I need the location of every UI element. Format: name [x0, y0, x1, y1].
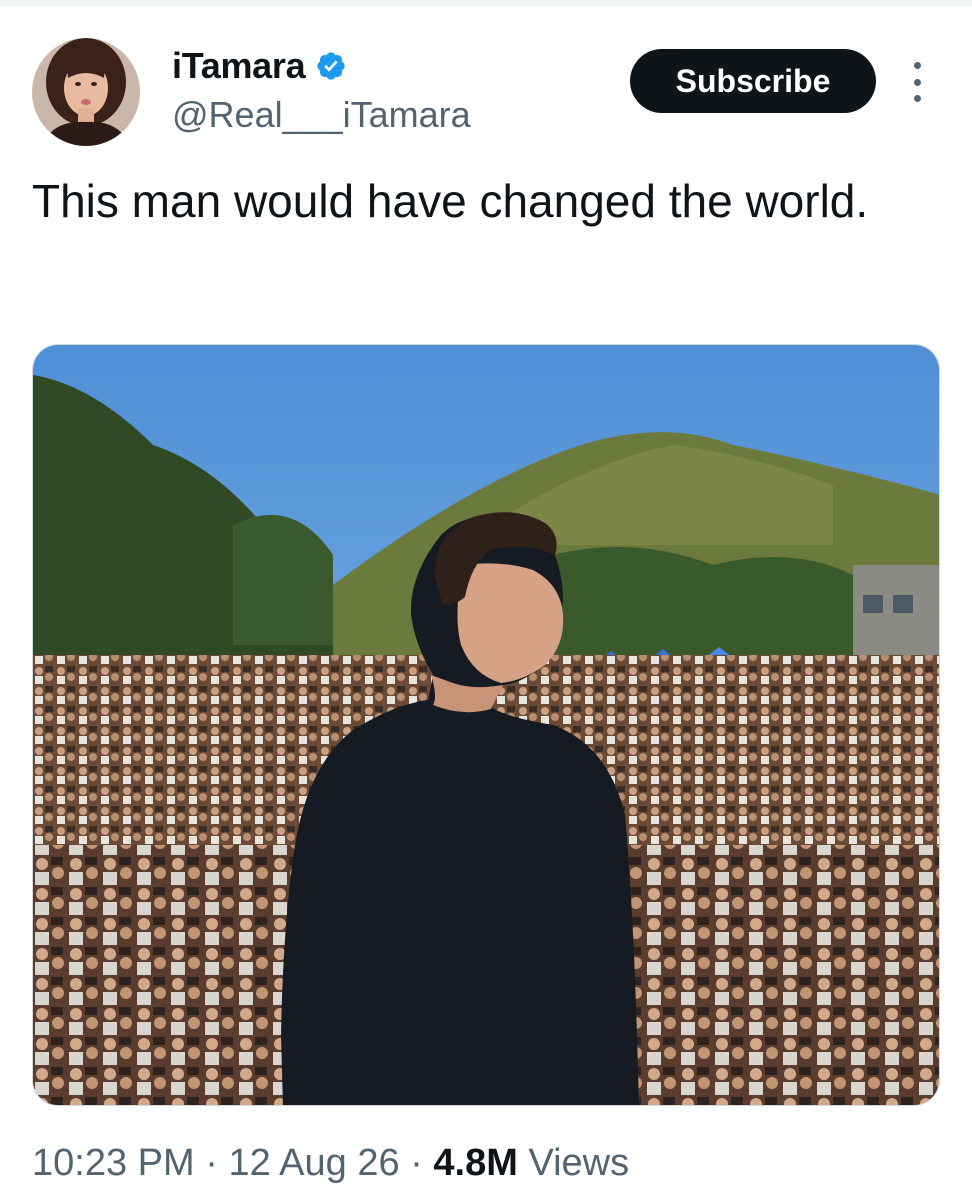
display-name-row: iTamara: [172, 45, 471, 87]
tweet-date[interactable]: 12 Aug 26: [228, 1142, 399, 1184]
top-divider: [0, 0, 972, 6]
views-count: 4.8M: [433, 1142, 518, 1184]
tweet-meta: 10:23 PM · 12 Aug 26 · 4.8M Views: [32, 1142, 629, 1185]
meta-separator: ·: [399, 1142, 434, 1184]
subscribe-button[interactable]: Subscribe: [630, 49, 876, 113]
tweet-time[interactable]: 10:23 PM: [32, 1142, 195, 1184]
author-handle[interactable]: @Real___iTamara: [172, 94, 471, 136]
display-name[interactable]: iTamara: [172, 45, 306, 87]
tweet-text: This man would have changed the world.: [32, 175, 869, 227]
verified-badge-icon[interactable]: [315, 50, 347, 82]
dot: [913, 62, 921, 69]
dot: [913, 95, 921, 102]
tweet-header: iTamara @Real___iTamara Subscribe: [32, 36, 940, 148]
author-names: iTamara @Real___iTamara: [172, 45, 471, 136]
dot: [913, 78, 921, 86]
views-label: Views: [528, 1142, 630, 1184]
more-options-icon[interactable]: [902, 62, 932, 102]
avatar[interactable]: [32, 38, 140, 146]
tweet-photo[interactable]: [32, 344, 940, 1106]
meta-separator: ·: [194, 1142, 229, 1184]
